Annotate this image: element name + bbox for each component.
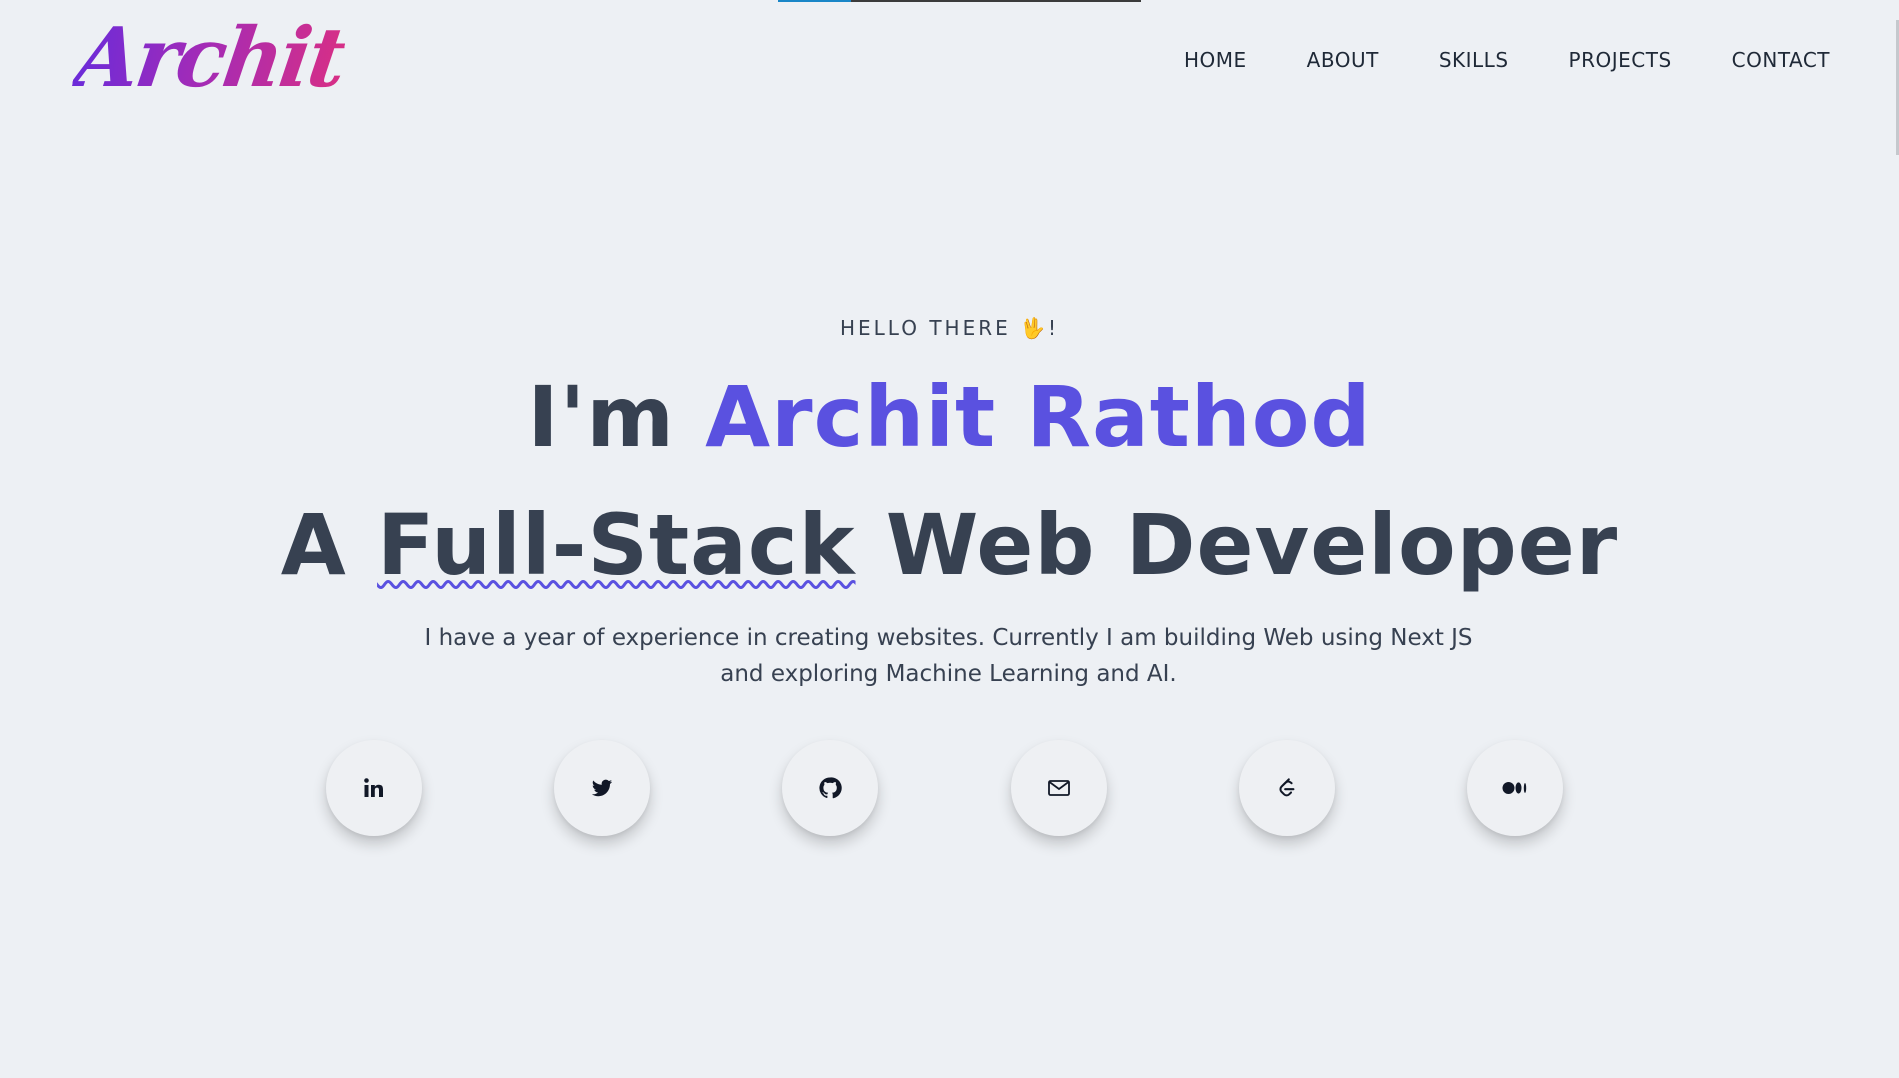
mail-icon xyxy=(1048,780,1070,796)
hero-role-prefix: A xyxy=(280,496,378,594)
hero-name: Archit Rathod xyxy=(705,368,1372,466)
nav-skills-link[interactable]: SKILLS xyxy=(1439,46,1509,74)
medium-button[interactable] xyxy=(1467,740,1563,836)
nav-home-link[interactable]: HOME xyxy=(1184,46,1247,74)
hero-role-highlight: Full-Stack xyxy=(377,496,856,594)
site-logo[interactable]: Archit xyxy=(69,8,350,108)
github-button[interactable] xyxy=(782,740,878,836)
linkedin-icon xyxy=(364,778,383,797)
portfolio-page: Archit HOME ABOUT SKILLS PROJECTS CONTAC… xyxy=(0,0,1899,1078)
hero-greeting: HELLO THERE 🖖! xyxy=(839,316,1060,340)
twitter-button[interactable] xyxy=(554,740,650,836)
scroll-progress-bar xyxy=(778,0,1141,2)
email-button[interactable] xyxy=(1011,740,1107,836)
hero-bio: I have a year of experience in creating … xyxy=(424,625,1473,687)
hero-heading-name: I'm Archit Rathod xyxy=(0,362,1899,472)
hero-heading-role: A Full-Stack Web Developer xyxy=(0,490,1899,600)
twitter-icon xyxy=(591,779,613,797)
hero-role-suffix: Web Developer xyxy=(855,496,1619,594)
hero-intro-prefix: I'm xyxy=(527,368,706,466)
linkedin-button[interactable] xyxy=(326,740,422,836)
leetcode-icon xyxy=(1279,778,1295,797)
medium-icon xyxy=(1502,782,1527,794)
github-icon xyxy=(819,777,842,799)
leetcode-button[interactable] xyxy=(1239,740,1335,836)
nav-projects-link[interactable]: PROJECTS xyxy=(1569,46,1672,74)
nav-about-link[interactable]: ABOUT xyxy=(1307,46,1379,74)
main-nav: HOME ABOUT SKILLS PROJECTS CONTACT xyxy=(1124,46,1830,74)
scroll-progress-fill xyxy=(778,0,851,2)
nav-contact-link[interactable]: CONTACT xyxy=(1732,46,1830,74)
social-links xyxy=(0,740,1899,840)
